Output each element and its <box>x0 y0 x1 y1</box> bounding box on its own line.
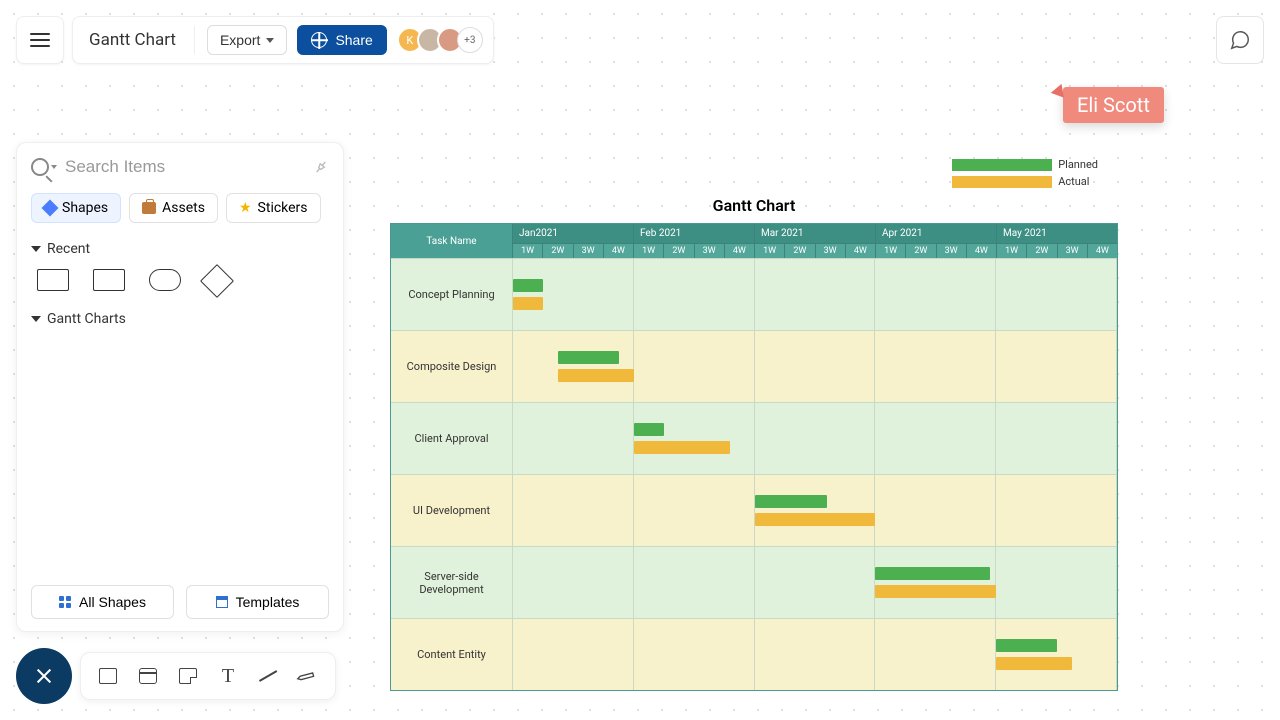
gantt-title: Gantt Chart <box>390 196 1118 215</box>
gantt-task-name: UI Development <box>391 475 513 546</box>
close-button[interactable] <box>16 648 72 704</box>
gantt-bar-planned[interactable] <box>558 351 618 364</box>
gantt-shape[interactable] <box>91 339 121 353</box>
gantt-month: May 20211W2W3W4W <box>997 224 1117 258</box>
collaborator-avatars[interactable]: K +3 <box>397 27 483 53</box>
chat-button[interactable] <box>1216 16 1264 64</box>
tab-shapes[interactable]: Shapes <box>31 193 121 223</box>
gantt-bar-actual[interactable] <box>558 369 634 382</box>
template-icon <box>216 596 228 608</box>
gantt-header-task: Task Name <box>391 224 513 258</box>
section-recent[interactable]: Recent <box>31 241 329 257</box>
gantt-shape[interactable] <box>145 339 175 353</box>
pin-icon[interactable] <box>310 156 333 179</box>
document-title[interactable]: Gantt Chart <box>83 30 182 50</box>
gantt-bar-planned[interactable] <box>634 423 664 436</box>
pen-icon <box>294 662 321 689</box>
gantt-month: Apr 20211W2W3W4W <box>876 224 997 258</box>
tool-pen[interactable] <box>293 661 323 691</box>
tab-label: Shapes <box>62 200 108 216</box>
gantt-bar-actual[interactable] <box>634 441 731 454</box>
topbar: Gantt Chart Export Share K +3 <box>72 16 494 64</box>
gantt-bar-planned[interactable] <box>875 567 990 580</box>
search-input[interactable] <box>65 157 305 177</box>
gantt-row[interactable]: Composite Design <box>391 330 1117 402</box>
gantt-bar-actual[interactable] <box>875 585 996 598</box>
all-shapes-button[interactable]: All Shapes <box>31 585 174 619</box>
gantt-row[interactable]: Server-side Development <box>391 546 1117 618</box>
legend-label: Actual <box>1058 175 1089 188</box>
hamburger-icon <box>30 33 50 47</box>
tool-line[interactable] <box>257 665 279 687</box>
shape-rounded[interactable] <box>149 269 181 291</box>
tab-stickers[interactable]: ★ Stickers <box>226 193 321 223</box>
export-button[interactable]: Export <box>207 25 287 55</box>
diamond-icon <box>42 200 59 217</box>
gantt-legend: Planned Actual <box>952 158 1098 192</box>
triangle-down-icon <box>31 246 41 252</box>
shape-rectangle[interactable] <box>93 269 125 291</box>
gantt-shape[interactable] <box>37 339 67 353</box>
section-gantt[interactable]: Gantt Charts <box>31 311 329 327</box>
gantt-bar-actual[interactable] <box>513 297 543 310</box>
shapes-panel: Shapes Assets ★ Stickers Recent Gantt Ch… <box>16 142 344 632</box>
search-icon[interactable] <box>31 158 57 176</box>
collaborator-cursor-eli: Eli Scott <box>1053 87 1164 123</box>
gantt-task-name: Server-side Development <box>391 547 513 618</box>
legend-swatch-planned <box>952 159 1052 171</box>
gantt-chart[interactable]: Planned Actual Gantt Chart Task Name Jan… <box>390 158 1118 691</box>
chevron-down-icon <box>266 38 274 43</box>
tool-sticky[interactable] <box>177 665 199 687</box>
avatar-more[interactable]: +3 <box>457 27 483 53</box>
gantt-bar-planned[interactable] <box>755 495 827 508</box>
divider <box>194 26 195 54</box>
gantt-task-name: Concept Planning <box>391 259 513 330</box>
share-button[interactable]: Share <box>297 25 386 55</box>
gantt-task-name: Client Approval <box>391 403 513 474</box>
gantt-month: Mar 20211W2W3W4W <box>755 224 876 258</box>
gantt-row[interactable]: Client Approval <box>391 402 1117 474</box>
recent-shapes <box>37 269 329 293</box>
tab-label: Stickers <box>258 200 308 216</box>
gantt-task-name: Composite Design <box>391 331 513 402</box>
templates-button[interactable]: Templates <box>186 585 329 619</box>
cursor-label: Eli Scott <box>1063 87 1164 123</box>
gantt-month: Jan20211W2W3W4W <box>513 224 634 258</box>
gantt-shapes <box>37 339 329 353</box>
shape-rectangle[interactable] <box>37 269 69 291</box>
tool-rectangle[interactable] <box>97 665 119 687</box>
tool-text[interactable]: T <box>217 665 239 687</box>
tab-label: Assets <box>162 200 205 216</box>
gantt-row[interactable]: Content Entity <box>391 618 1117 690</box>
star-icon: ★ <box>239 200 252 216</box>
gantt-month: Feb 20211W2W3W4W <box>634 224 755 258</box>
menu-button[interactable] <box>16 16 64 64</box>
export-label: Export <box>220 32 260 48</box>
legend-swatch-actual <box>952 176 1052 188</box>
triangle-down-icon <box>31 316 41 322</box>
gantt-task-name: Content Entity <box>391 619 513 690</box>
gantt-row[interactable]: UI Development <box>391 474 1117 546</box>
gantt-shape[interactable] <box>199 339 229 353</box>
tool-tray: T <box>80 652 336 700</box>
legend-label: Planned <box>1058 158 1098 171</box>
briefcase-icon <box>142 202 156 214</box>
section-label: Recent <box>47 241 90 257</box>
gantt-row[interactable]: Concept Planning <box>391 258 1117 330</box>
gantt-bar-planned[interactable] <box>513 279 543 292</box>
tab-assets[interactable]: Assets <box>129 193 218 223</box>
button-label: All Shapes <box>79 594 146 610</box>
section-label: Gantt Charts <box>47 311 126 327</box>
grid-icon <box>59 596 71 608</box>
gantt-bar-actual[interactable] <box>755 513 876 526</box>
share-label: Share <box>335 32 372 48</box>
gantt-bar-planned[interactable] <box>996 639 1056 652</box>
gantt-bar-actual[interactable] <box>996 657 1072 670</box>
button-label: Templates <box>236 594 300 610</box>
gantt-shape[interactable] <box>253 339 283 353</box>
tool-card[interactable] <box>137 665 159 687</box>
shape-diamond[interactable] <box>200 264 234 298</box>
globe-icon <box>311 32 327 48</box>
chat-icon <box>1229 29 1251 51</box>
